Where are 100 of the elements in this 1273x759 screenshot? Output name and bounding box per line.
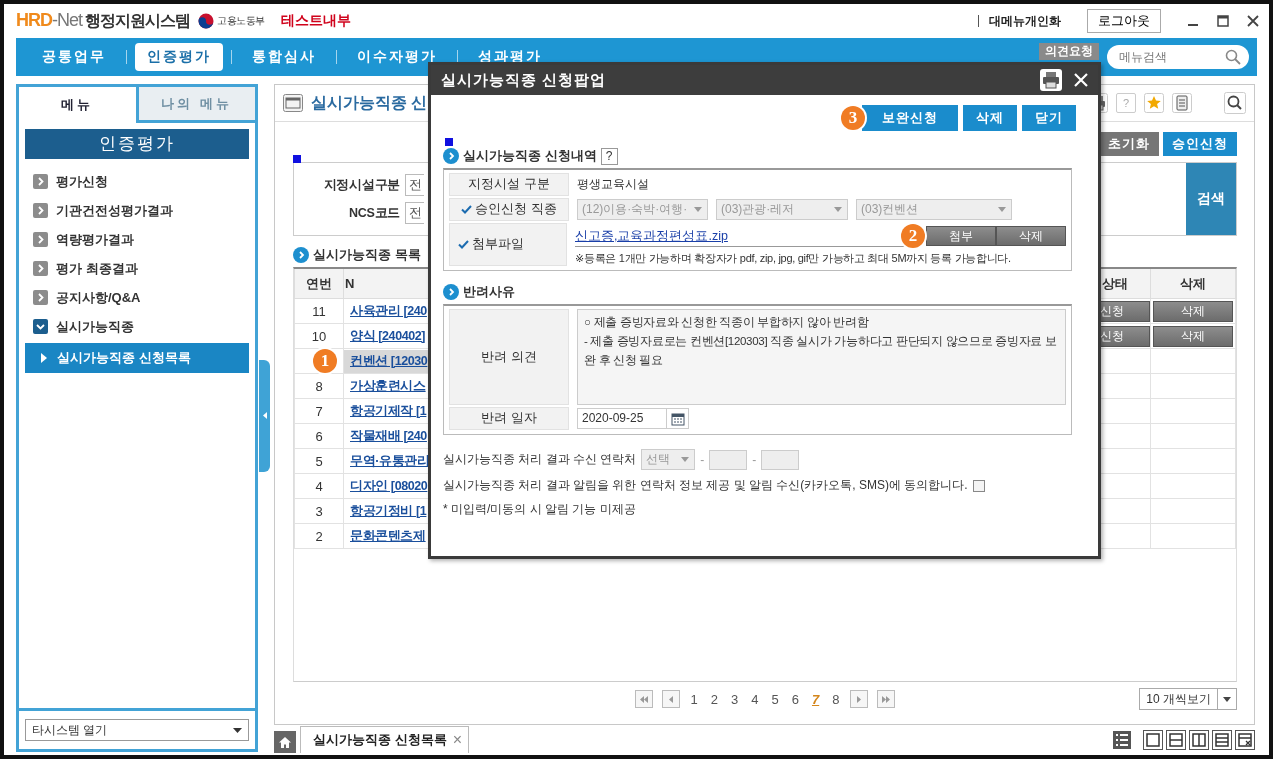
env-label: 테스트내부	[280, 12, 351, 30]
menu-item[interactable]: 평가 최종결과	[56, 259, 138, 278]
collapse-handle[interactable]	[259, 359, 270, 472]
notice-text: * 미입력/미동의 시 알림 기능 미제공	[443, 501, 637, 518]
search-button[interactable]: 검색	[1186, 163, 1236, 235]
callout-badge: 2	[901, 224, 925, 248]
close-button[interactable]: 닫기	[1022, 105, 1076, 131]
callout-badge: 3	[841, 106, 865, 130]
table-link[interactable]: 양식 [240402]	[344, 324, 428, 348]
page-link[interactable]: 3	[729, 691, 741, 707]
search-icon[interactable]	[1224, 92, 1246, 114]
submenu-item[interactable]: 실시가능직종 신청목록	[25, 343, 249, 373]
calendar-icon	[670, 411, 685, 426]
phone-field[interactable]	[709, 449, 748, 470]
field-value: 평생교육시설	[577, 176, 649, 193]
menu-item[interactable]: 기관건전성평가결과	[56, 201, 173, 220]
page-link[interactable]: 1	[688, 691, 700, 707]
page-size-select[interactable]: 10 개씩보기	[1139, 688, 1237, 710]
table-link[interactable]: 가상훈련시스	[344, 374, 428, 398]
caret-icon	[681, 457, 690, 462]
column-header: 연번	[294, 269, 344, 299]
clipboard-icon[interactable]	[1172, 93, 1192, 113]
delete-button[interactable]: 삭제	[963, 105, 1017, 131]
table-link[interactable]: 문화콘텐츠제	[344, 524, 428, 548]
window-close-icon[interactable]	[1235, 730, 1255, 750]
logout-button[interactable]: 로그아웃	[1087, 9, 1161, 33]
table-link[interactable]: 디자인 [08020	[344, 474, 430, 498]
supplement-button[interactable]: 보완신청	[862, 105, 958, 131]
contact-label: 실시가능직종 처리 결과 수신 연락처	[443, 451, 637, 468]
caret-icon	[233, 727, 242, 733]
page-link[interactable]: 2	[708, 691, 721, 707]
date-field[interactable]: 2020-09-25	[577, 408, 667, 429]
nav-tab[interactable]: 인증평가	[135, 43, 223, 71]
callout-badge: 1	[313, 349, 337, 373]
first-page-button[interactable]	[634, 690, 653, 708]
prev-page-button[interactable]	[661, 690, 680, 708]
app-logo: HRD-Net 행정지원시스템	[16, 10, 190, 32]
home-button[interactable]	[274, 731, 296, 753]
last-page-button[interactable]	[877, 690, 896, 708]
page-tab[interactable]: 실시가능직종 신청목록 ×	[300, 726, 469, 753]
field-label: 반려 일자	[449, 407, 569, 430]
close-icon[interactable]	[1247, 15, 1259, 27]
search-field[interactable]: 메뉴검색	[1107, 45, 1249, 69]
section-title: 반려사유	[463, 283, 515, 301]
table-link[interactable]: 작물재배 [240	[344, 424, 429, 448]
help-button[interactable]: ?	[600, 147, 618, 165]
chevron-right-icon	[857, 695, 862, 703]
horizontal-split-icon[interactable]	[1166, 730, 1186, 750]
filter-select[interactable]: 전	[405, 174, 424, 196]
single-pane-icon[interactable]	[1143, 730, 1163, 750]
reset-button[interactable]: 초기화	[1099, 132, 1159, 156]
menu-item[interactable]: 공지사항/Q&A	[56, 288, 141, 307]
attach-button[interactable]: 첨부	[926, 226, 996, 246]
maximize-icon[interactable]	[1217, 15, 1229, 27]
ministry-name: 고용노동부	[217, 14, 265, 28]
table-cell: 11	[294, 298, 344, 324]
phone-field[interactable]	[761, 449, 800, 470]
delete-button[interactable]: 삭제	[1153, 300, 1233, 322]
next-page-button[interactable]	[850, 690, 869, 708]
popup-title: 실시가능직종 신청팝업	[441, 70, 608, 90]
field-label: 지정시설 구분	[449, 173, 569, 196]
table-link[interactable]: 항공기정비 [1	[344, 499, 429, 523]
caret-icon	[694, 207, 702, 212]
system-select[interactable]: 타시스템 열기	[25, 719, 249, 741]
table-link[interactable]: 항공기제작 [1	[344, 399, 429, 423]
window-icon	[283, 94, 303, 112]
calendar-button[interactable]	[667, 408, 689, 429]
separator-text: -	[700, 452, 705, 467]
menu-item[interactable]: 역량평가결과	[56, 230, 134, 249]
stacked-windows-icon[interactable]	[1212, 730, 1232, 750]
delete-button[interactable]: 삭제	[1153, 325, 1233, 347]
tab-close-button[interactable]: ×	[452, 731, 462, 749]
menu-item[interactable]: 실시가능직종	[56, 317, 134, 336]
upload-note: ※등록은 1개만 가능하며 확장자가 pdf, zip, jpg, gif만 가능하고 최대 5M까지 등록 가능합니다.	[575, 251, 1012, 266]
personalize-link[interactable]: 대메뉴개인화	[989, 12, 1061, 30]
chevron-circle-icon	[293, 247, 309, 263]
page-link[interactable]: 8	[830, 691, 842, 707]
page-link[interactable]: 6	[789, 691, 801, 707]
page-link[interactable]: 4	[749, 691, 761, 707]
print-icon[interactable]	[1040, 69, 1062, 91]
home-icon	[279, 736, 291, 748]
filter-select[interactable]: 전	[405, 202, 424, 224]
table-link[interactable]: 컨벤션 [12030	[344, 349, 430, 373]
table-link[interactable]: 사육관리 [240	[344, 299, 429, 323]
filter-label: 지정시설구분	[322, 176, 400, 194]
triangle-icon	[262, 412, 267, 419]
double-chevron-right-icon	[882, 695, 891, 703]
section-title: 실시가능직종 신청내역	[463, 147, 597, 165]
file-link[interactable]: 신고증,교육과정편성표.zip	[575, 225, 728, 247]
check-icon	[461, 205, 473, 214]
vertical-split-icon[interactable]	[1189, 730, 1209, 750]
delete-button[interactable]: 삭제	[996, 226, 1066, 246]
check-icon	[458, 240, 469, 249]
field-label: 첨부파일	[472, 236, 524, 253]
consent-checkbox[interactable]	[972, 479, 985, 492]
approve-button[interactable]: 승인신청	[1163, 132, 1237, 156]
list-view-icon[interactable]	[1113, 731, 1131, 749]
page-link[interactable]: 5	[769, 691, 781, 707]
menu-item[interactable]: 평가신청	[56, 172, 108, 191]
table-cell: 4	[294, 473, 344, 499]
